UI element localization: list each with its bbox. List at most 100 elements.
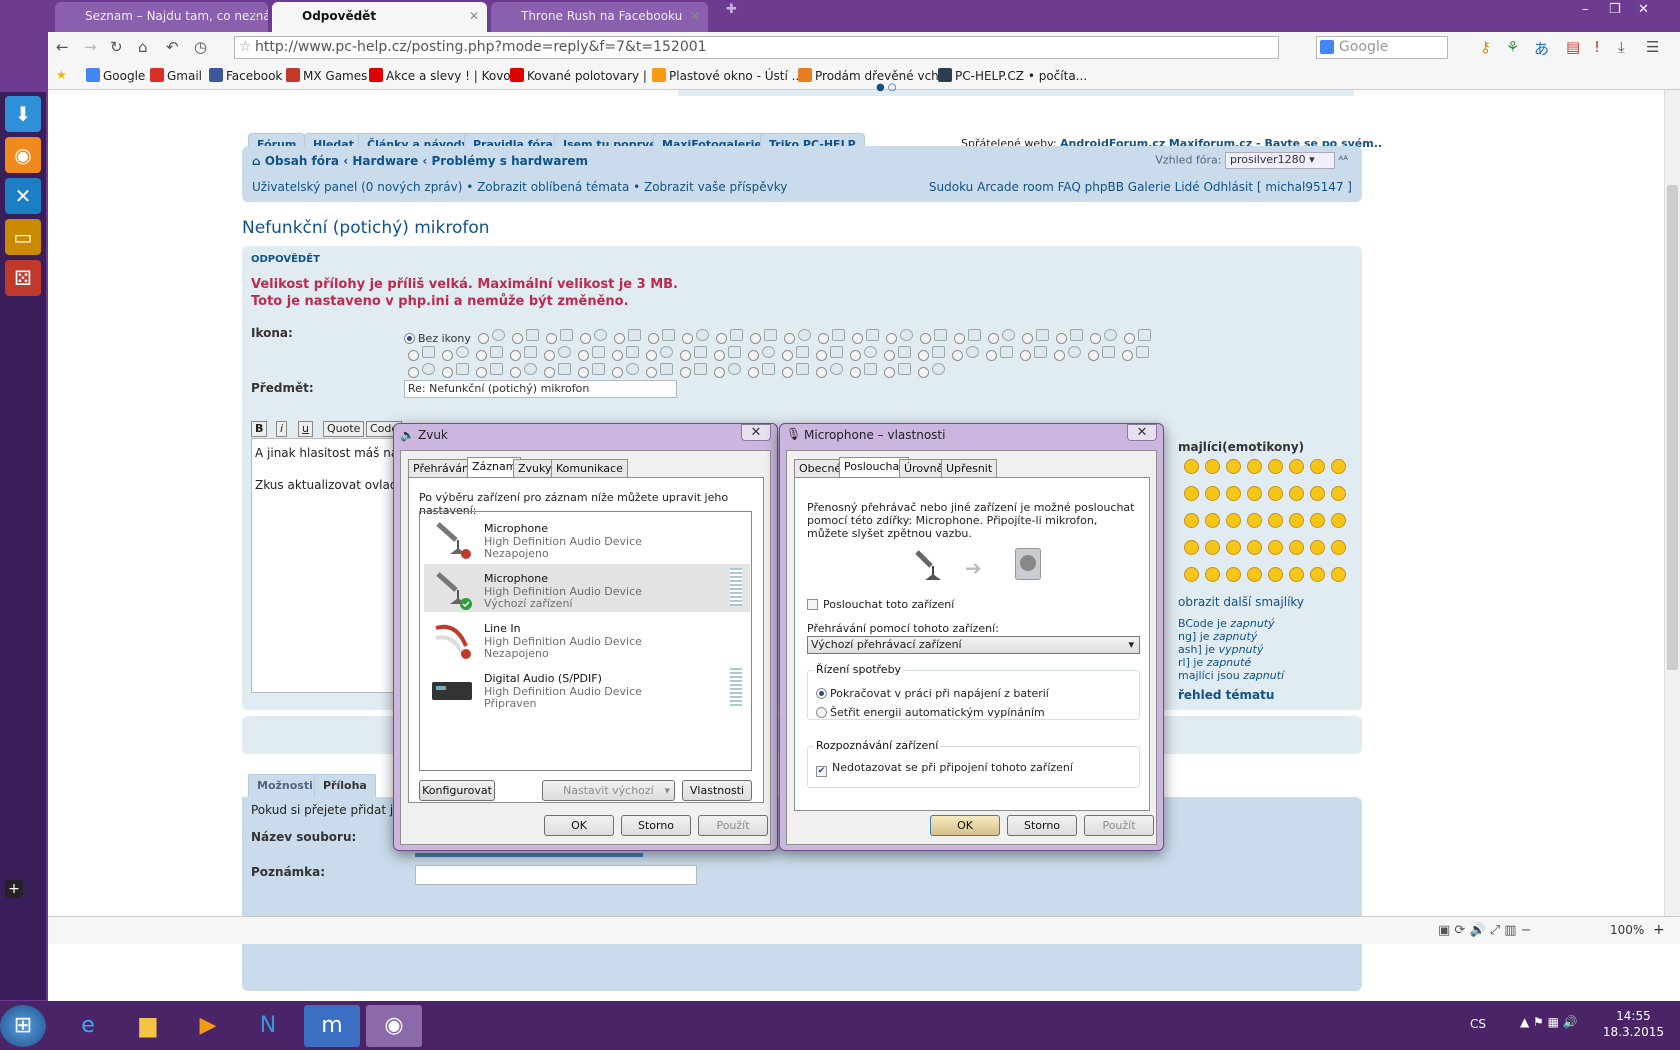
- smiley-icon[interactable]: [1331, 567, 1346, 582]
- radio[interactable]: [952, 350, 963, 361]
- device-item-selected[interactable]: Microphone High Definition Audio Device …: [424, 564, 750, 612]
- translate-icon[interactable]: あ: [1534, 38, 1549, 59]
- smiley-icon[interactable]: [1331, 513, 1346, 528]
- font-size-icon[interactable]: ᴬᴬ: [1339, 154, 1348, 167]
- smiley-icon[interactable]: [1226, 567, 1241, 582]
- smiley-icon[interactable]: [1289, 486, 1304, 501]
- new-tab-icon[interactable]: ✚: [726, 2, 737, 17]
- page-scrollbar[interactable]: [1664, 90, 1680, 916]
- ok-button[interactable]: OK: [544, 815, 614, 836]
- bookmark-google[interactable]: Google: [86, 68, 145, 83]
- radio[interactable]: [920, 333, 932, 344]
- apply-button[interactable]: Použít: [1084, 815, 1154, 836]
- smiley-icon[interactable]: [1331, 486, 1346, 501]
- smiley-icon[interactable]: [1226, 459, 1241, 474]
- alert-icon[interactable]: !: [1594, 38, 1600, 56]
- tools-icon[interactable]: ✕: [5, 178, 41, 214]
- close-icon[interactable]: ✕: [469, 2, 479, 30]
- checkbox[interactable]: [807, 599, 818, 610]
- style-select[interactable]: prosilver1280 ▾: [1225, 152, 1336, 169]
- file-explorer-icon[interactable]: ▆: [120, 1005, 176, 1047]
- radio[interactable]: [784, 333, 796, 344]
- tab-seznam[interactable]: Seznam – Najdu tam, co neznám ✕: [55, 2, 268, 32]
- radio[interactable]: [408, 367, 419, 378]
- radio[interactable]: [612, 350, 623, 361]
- quote-button[interactable]: Quote: [323, 421, 365, 437]
- smiley-icon[interactable]: [1310, 567, 1325, 582]
- close-icon[interactable]: ✕: [1127, 424, 1157, 441]
- media-player-icon[interactable]: ▶: [180, 1005, 236, 1047]
- zoom-in-icon[interactable]: +: [1653, 922, 1665, 938]
- radio[interactable]: [1022, 333, 1034, 344]
- tab-throne-rush[interactable]: Throne Rush na Facebooku ✕: [491, 2, 708, 32]
- radio[interactable]: [750, 333, 762, 344]
- underline-button[interactable]: u: [298, 421, 313, 437]
- radio[interactable]: [680, 367, 691, 378]
- smiley-icon[interactable]: [1268, 540, 1283, 555]
- smiley-icon[interactable]: [1205, 567, 1220, 582]
- smileys-grid[interactable]: [1178, 454, 1368, 589]
- set-default-button[interactable]: Nastavit výchozí ▾: [542, 780, 675, 801]
- topic-review-link[interactable]: řehled tématu: [1178, 688, 1368, 702]
- radio[interactable]: [986, 350, 997, 361]
- radio[interactable]: [648, 333, 660, 344]
- smiley-icon[interactable]: [1289, 459, 1304, 474]
- smiley-icon[interactable]: [1247, 540, 1262, 555]
- ok-button[interactable]: OK: [930, 815, 1000, 836]
- radio[interactable]: [748, 367, 759, 378]
- radio-no-icon[interactable]: [404, 333, 415, 344]
- smiley-icon[interactable]: [1310, 540, 1325, 555]
- forward-icon[interactable]: →: [84, 38, 97, 56]
- smiley-icon[interactable]: [1247, 459, 1262, 474]
- radio[interactable]: [512, 333, 524, 344]
- restore-icon[interactable]: ❐: [1609, 2, 1621, 17]
- search-input[interactable]: Google: [1316, 36, 1448, 59]
- radio[interactable]: [682, 333, 694, 344]
- key-icon[interactable]: ⚷: [1480, 38, 1491, 56]
- tab-attachment[interactable]: Příloha: [314, 774, 376, 797]
- internet-explorer-icon[interactable]: e: [60, 1005, 116, 1047]
- radio[interactable]: [918, 350, 929, 361]
- smiley-icon[interactable]: [1289, 513, 1304, 528]
- smiley-icon[interactable]: [1205, 459, 1220, 474]
- bookmark-facebook[interactable]: Facebook: [209, 68, 282, 83]
- smiley-icon[interactable]: [1226, 540, 1241, 555]
- smiley-icon[interactable]: [1226, 513, 1241, 528]
- smiley-icon[interactable]: [1268, 567, 1283, 582]
- smiley-icon[interactable]: [1289, 540, 1304, 555]
- radio[interactable]: [612, 367, 623, 378]
- properties-button[interactable]: Vlastnosti: [682, 780, 752, 801]
- bookmark-mx-games[interactable]: MX Games: [286, 68, 367, 83]
- close-icon[interactable]: ✕: [690, 2, 700, 30]
- radio[interactable]: [476, 350, 487, 361]
- bookmark-prodam[interactable]: Prodám dřevěné vch...: [798, 68, 950, 83]
- tab-advanced[interactable]: Upřesnit: [941, 459, 998, 477]
- slider-dot-icon[interactable]: ● ○: [876, 82, 897, 93]
- radio[interactable]: [544, 350, 555, 361]
- power-option-save[interactable]: Šetřit energii automatickým vypínáním: [816, 706, 1045, 719]
- reload-icon[interactable]: ↻: [110, 38, 123, 56]
- radio[interactable]: [884, 350, 895, 361]
- smiley-icon[interactable]: [1289, 567, 1304, 582]
- radio[interactable]: [1020, 350, 1031, 361]
- smiley-icon[interactable]: [1310, 486, 1325, 501]
- radio[interactable]: [714, 367, 725, 378]
- smiley-icon[interactable]: [1205, 486, 1220, 501]
- radio[interactable]: [988, 333, 1000, 344]
- subject-input[interactable]: Re: Nefunkční (potichý) mikrofon: [404, 380, 677, 398]
- history-icon[interactable]: ◷: [194, 38, 207, 56]
- bookmarks-star-icon[interactable]: ★: [56, 68, 67, 82]
- radio[interactable]: [614, 333, 626, 344]
- radio[interactable]: [1056, 333, 1068, 344]
- bookmark-kovo[interactable]: Akce a slevy ! | Kovo...: [369, 68, 522, 83]
- smiley-icon[interactable]: [1268, 513, 1283, 528]
- radio[interactable]: [1054, 350, 1065, 361]
- smiley-icon[interactable]: [1184, 540, 1199, 555]
- radio[interactable]: [646, 367, 657, 378]
- scroll-thumb[interactable]: [1667, 185, 1678, 670]
- radio[interactable]: [1090, 333, 1102, 344]
- smiley-icon[interactable]: [1184, 513, 1199, 528]
- playback-device-select[interactable]: Výchozí přehrávací zařízení ▾: [807, 636, 1140, 654]
- page-title[interactable]: Nefunkční (potichý) mikrofon: [242, 218, 490, 238]
- smiley-icon[interactable]: [1184, 567, 1199, 582]
